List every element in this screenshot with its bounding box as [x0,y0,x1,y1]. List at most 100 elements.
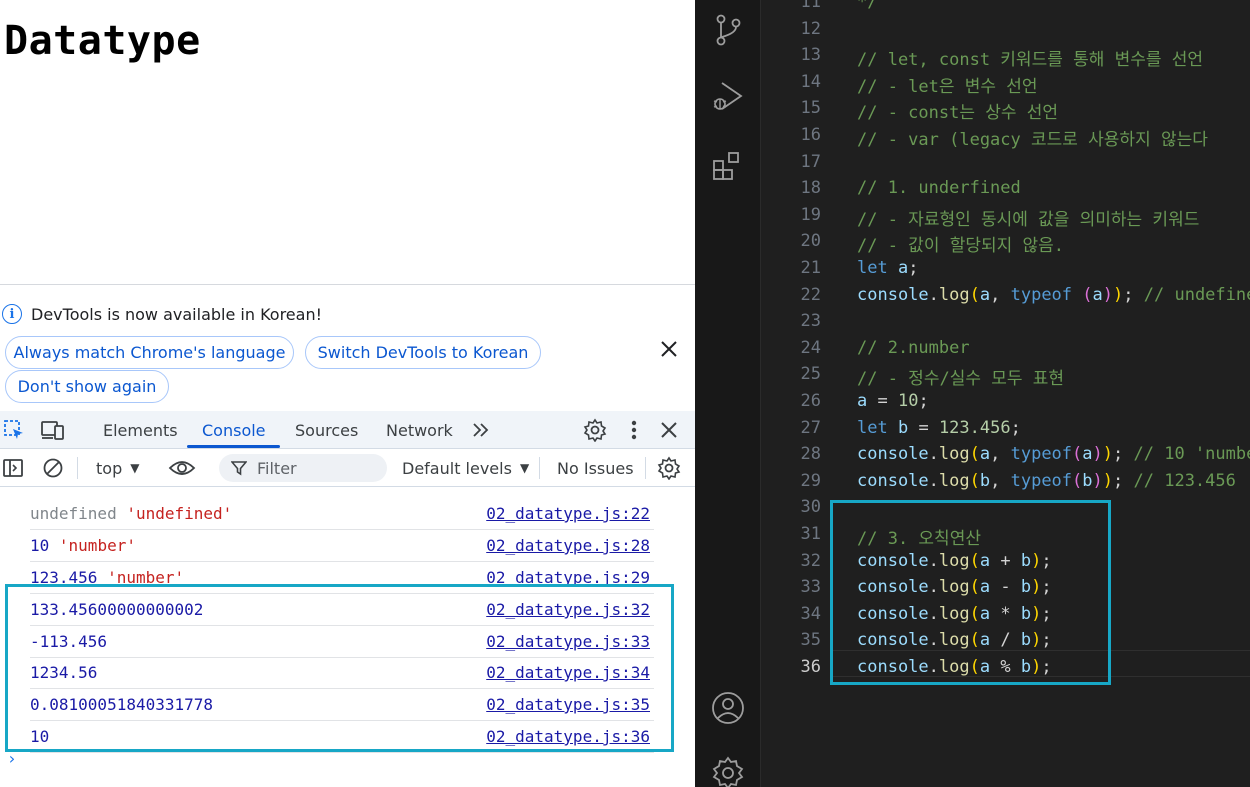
code-token: // 2.number [857,337,970,358]
code-token: console [857,470,929,491]
console-log-row: 10 02_datatype.js:36 [30,721,654,753]
always-match-language-button[interactable]: Always match Chrome's language [5,336,294,369]
console-source-link[interactable]: 02_datatype.js:34 [486,663,650,682]
device-toolbar-icon[interactable] [41,418,65,442]
devtools-settings-icon[interactable] [583,418,607,442]
console-settings-icon[interactable] [657,449,681,487]
line-number: 24 [800,337,821,358]
code-token: ( [1082,284,1093,305]
toolbar-divider [645,457,646,479]
extensions-icon[interactable] [710,148,746,184]
run-debug-icon[interactable] [710,78,746,114]
console-value: 'undefined' [126,504,233,523]
code-line: // let, const 키워드를 통해 변수를 선언 [857,45,1203,70]
console-source-link[interactable]: 02_datatype.js:28 [486,536,650,555]
line-number: 32 [800,550,821,571]
code-token: + [990,550,1021,571]
console-source-link[interactable]: 02_datatype.js:33 [486,632,650,651]
code-token: ( [969,577,980,598]
code-line: console.log(a, typeof (a)); // undefined [857,285,1250,305]
console-source-link[interactable]: 02_datatype.js:29 [486,568,650,587]
code-line: a = 10; [857,391,929,411]
code-editor[interactable]: 11 */12 13// let, const 키워드를 통해 변수를 선언 14//… [761,0,1250,787]
notice-message: i DevTools is now available in Korean! [2,304,322,324]
code-line: // 2.number [857,338,970,358]
code-line: // 3. 오칙연산 [857,524,981,549]
code-token: , [990,284,1011,305]
code-token: ( [969,657,980,677]
inspect-element-icon[interactable] [2,418,26,442]
accounts-icon[interactable] [710,690,746,726]
code-token: b [897,417,909,438]
settings-gear-icon[interactable] [710,755,746,787]
dont-show-again-button[interactable]: Don't show again [5,370,169,403]
code-token: b [979,470,991,491]
console-value: 10 [30,727,50,746]
code-token: % [990,657,1021,677]
console-value: 133.45600000000002 [30,600,204,619]
source-control-icon[interactable] [710,12,746,48]
code-token: a [857,391,868,411]
line-number: 12 [800,18,821,39]
more-tabs-icon[interactable] [469,418,493,442]
caret-down-icon: ▼ [519,461,530,475]
code-token: . [928,444,939,465]
close-notice-icon[interactable] [656,337,682,363]
log-levels-dropdown[interactable]: Default levels ▼ [402,449,529,487]
tab-network[interactable]: Network [386,411,453,449]
line-number: 14 [800,71,821,92]
code-token: a [979,630,991,651]
code-token: ; [1041,577,1052,598]
console-source-link[interactable]: 02_datatype.js:22 [486,504,650,523]
sidebar-toggle-icon[interactable] [2,449,24,487]
code-line: */ [857,0,877,12]
code-token: // 123.456 'number' [1133,470,1250,491]
code-line: console.log(a, typeof(a)); // 10 'number… [857,444,1250,464]
console-source-link[interactable]: 02_datatype.js:35 [486,695,650,714]
code-token: // - var (legacy 코드로 사용하지 않는다 [857,130,1208,150]
code-line: console.log(a - b); [857,577,1052,597]
filter-icon [231,460,247,476]
console-log-row: undefined 'undefined' 02_datatype.js:22 [30,498,654,530]
code-line: let b = 123.456; [857,418,1021,438]
console-source-link[interactable]: 02_datatype.js:36 [486,727,650,746]
console-source-link[interactable]: 02_datatype.js:32 [486,600,650,619]
context-selector[interactable]: top ▼ [96,449,139,487]
code-token: a [1082,444,1093,465]
more-options-icon[interactable] [622,418,646,442]
console-value [97,568,107,587]
live-expression-icon[interactable] [168,449,196,487]
code-token: // 3. 오칙연산 [857,529,981,549]
line-number: 30 [800,497,821,518]
code-token: console [857,577,929,598]
code-line: console.log(a * b); [857,604,1052,624]
close-devtools-icon[interactable] [657,418,681,442]
code-token: ; [908,258,919,278]
line-number: 22 [800,284,821,305]
code-token: b [1020,630,1032,651]
console-value: -113.456 [30,632,108,651]
code-token: . [928,577,939,598]
console-log-message: undefined 'undefined' [30,504,232,523]
code-token: ; [1041,630,1052,651]
code-token: typeof [1010,284,1073,305]
code-token: a [979,444,991,465]
code-token: // - 값이 할당되지 않음. [857,236,1064,257]
code-line: console.log(b, typeof(b)); // 123.456 'n… [857,471,1250,491]
log-levels-label: Default levels [402,458,512,478]
console-value [117,504,127,523]
console-filter-input[interactable]: Filter [219,454,387,482]
code-line: // - let은 변수 선언 [857,72,1038,97]
switch-to-korean-button[interactable]: Switch DevTools to Korean [305,336,541,369]
clear-console-icon[interactable] [42,449,64,487]
line-number: 16 [800,125,821,145]
tab-sources[interactable]: Sources [295,411,358,449]
console-prompt[interactable]: › [7,749,17,768]
code-token: a [979,550,991,571]
tab-elements[interactable]: Elements [103,411,178,449]
code-token: = [867,391,898,411]
tab-console[interactable]: Console [202,411,266,449]
issues-button[interactable]: No Issues [557,449,634,487]
code-token: ( [1072,470,1083,491]
